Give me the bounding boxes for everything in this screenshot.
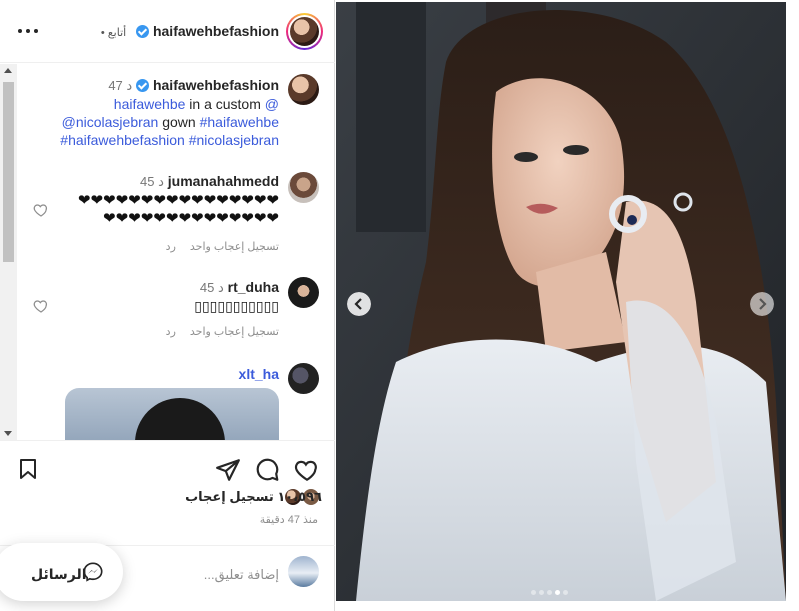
like-heart-icon[interactable] [294,457,320,483]
comment-avatar[interactable] [288,363,319,394]
comment-header: 45 د rt_duha [199,279,279,295]
messenger-icon [83,562,103,582]
caption-time: 47 د [108,78,133,93]
caption-line-4: #haifawehbefashion #nicolasjebran [39,131,279,149]
comment-text: ▯▯▯▯▯▯▯▯▯▯▯ [194,298,279,314]
comment-header: 45 د jumanahahmedd [139,173,279,189]
share-icon[interactable] [215,457,241,483]
caption-line-2: haifawehbe in a custom @ [113,96,279,112]
messages-label: الرسائل [31,566,87,582]
comment-header: xlt_ha [239,365,279,383]
header-username[interactable]: haifawehbefashion [153,23,279,39]
caption-avatar[interactable] [288,74,319,105]
story-ring[interactable] [286,13,323,50]
verified-badge-icon [136,25,150,38]
caption-line-3: @nicolasjebran gown #haifawehbe [61,114,279,130]
comment-likes[interactable]: تسجيل إعجاب واحد [190,241,279,253]
previous-photo-icon[interactable] [347,292,371,316]
hashtag-haifawehbe[interactable]: #haifawehbe [200,114,279,130]
follow-status[interactable]: • أتابع [101,27,126,39]
reply-button[interactable]: رد [166,241,176,253]
scroll-down-icon[interactable] [4,431,12,436]
caption-hashtags[interactable]: #haifawehbefashion #nicolasjebran [60,132,279,148]
comment-icon[interactable] [254,457,280,483]
post-header: • أتابع haifawehbefashion [0,0,335,63]
comment-text: ❤❤❤❤❤❤❤❤❤❤❤❤❤❤ [103,210,279,227]
comment-avatar[interactable] [288,277,319,308]
next-photo-icon[interactable] [750,292,774,316]
scroll-thumb[interactable] [3,82,14,262]
comment-meta: تسجيل إعجاب واحد رد [152,240,279,253]
mention-nicolasjebran[interactable]: @nicolasjebran [62,114,159,130]
likes-count[interactable]: ١٠،٥٩٦ تسجيل إعجاب [185,489,322,505]
comments-list[interactable]: 47 د haifawehbefashion haifawehbe in a c… [0,64,335,440]
verified-badge-icon [136,79,150,92]
caption-line-1: 47 د haifawehbefashion [39,76,279,95]
add-comment-input[interactable]: إضافة تعليق... [204,567,279,583]
comment-username[interactable]: jumanahahmedd [168,173,279,189]
carousel-dots [531,582,571,600]
comment-meta: تسجيل إعجاب واحد رد [152,325,279,338]
comments-scrollbar[interactable] [0,64,17,440]
messages-button[interactable]: الرسائل [0,543,123,601]
comment-text: ❤❤❤❤❤❤❤❤❤❤❤❤❤❤❤❤ [77,192,279,209]
comment-avatar[interactable] [288,172,319,203]
like-comment-heart-icon[interactable] [33,298,49,314]
save-bookmark-icon[interactable] [16,457,40,481]
mention-haifawehbe[interactable]: haifawehbe [114,96,186,112]
comment-username[interactable]: xlt_ha [239,366,279,382]
comment-username[interactable]: rt_duha [228,279,279,295]
comment-image[interactable] [65,388,279,440]
post-photo[interactable] [336,2,786,601]
like-comment-heart-icon[interactable] [33,202,49,218]
post-side-panel: • أتابع haifawehbefashion 47 د haifawehb… [0,0,335,611]
reply-button[interactable]: رد [166,326,176,338]
post-image [336,2,786,601]
post-time[interactable]: منذ 47 دقيقة [260,513,318,526]
scroll-up-icon[interactable] [4,68,12,73]
comment-likes[interactable]: تسجيل إعجاب واحد [190,326,279,338]
action-bar [0,440,335,485]
header-author: • أتابع haifawehbefashion [101,23,279,39]
current-user-avatar [288,556,319,587]
author-avatar [290,17,319,46]
caption-username[interactable]: haifawehbefashion [153,77,279,93]
caption-block: 47 د haifawehbefashion haifawehbe in a c… [39,76,279,149]
more-options-icon[interactable] [18,22,40,40]
